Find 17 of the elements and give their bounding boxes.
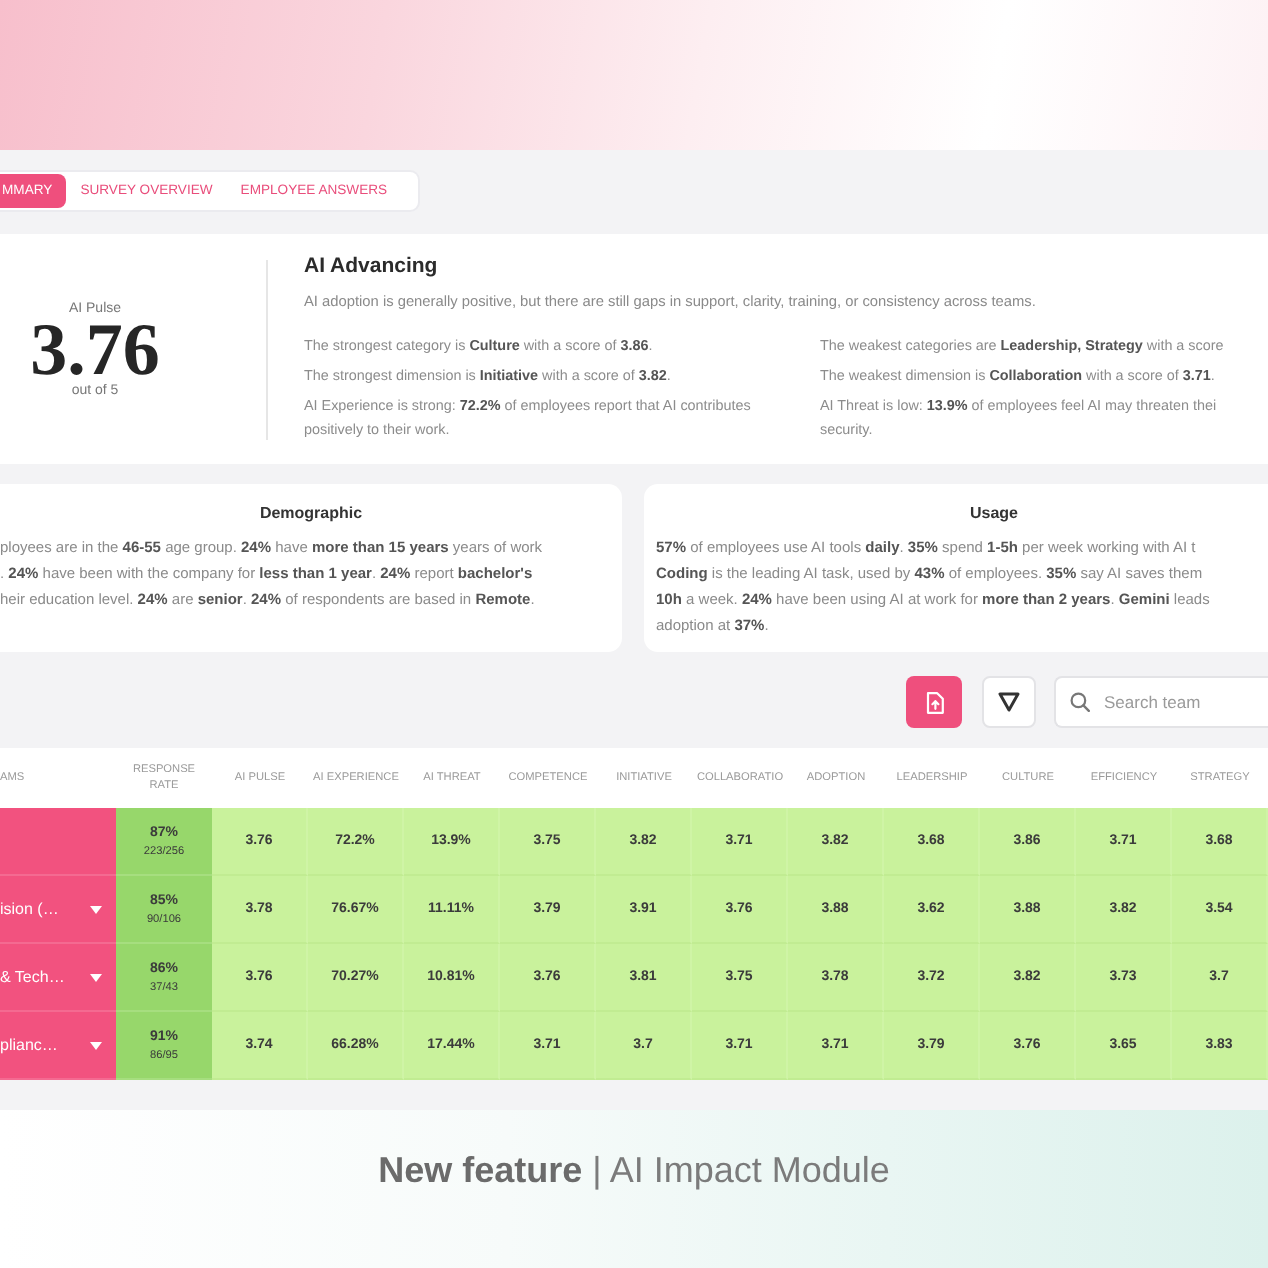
filter-icon	[998, 692, 1020, 712]
team-name: ision (…	[0, 900, 59, 918]
search-icon	[1070, 692, 1090, 712]
summary-title: AI Advancing	[304, 254, 440, 278]
export-button[interactable]	[906, 676, 962, 728]
search-field[interactable]: Search team	[1054, 676, 1268, 728]
pulse-score: 3.76	[30, 319, 160, 381]
caret-icon[interactable]	[90, 1041, 102, 1049]
caret-icon[interactable]	[90, 973, 102, 981]
team-name: plianc…	[0, 1036, 58, 1054]
caret-icon[interactable]	[90, 905, 102, 913]
document-icon	[925, 691, 943, 713]
banner-text: New feature | AI Impact Module	[378, 1150, 890, 1192]
card-title: Usage	[967, 504, 1020, 522]
filter-button[interactable]	[982, 676, 1036, 728]
card-title: Demographic	[257, 504, 365, 522]
team-name: & Tech…	[0, 968, 65, 986]
